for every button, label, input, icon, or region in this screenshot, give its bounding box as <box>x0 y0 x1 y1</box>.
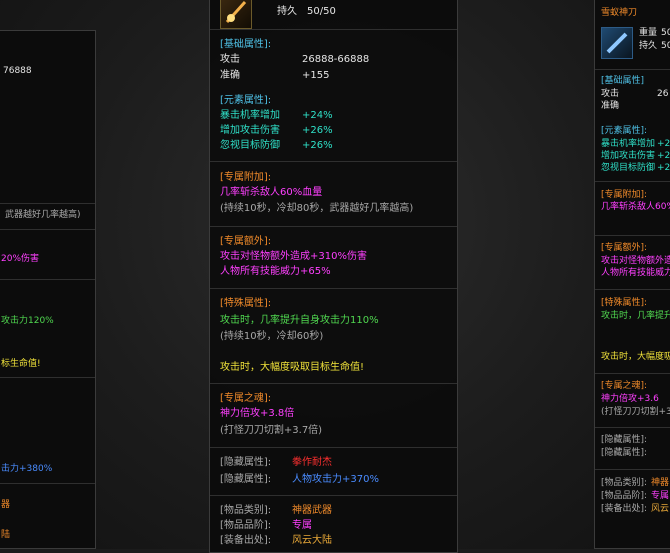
tooltip-main: 持久 50/50 [基础属性]: 攻击 26888-66888 准确 +155 … <box>209 0 458 553</box>
right-soul-header: [专属之魂]: <box>601 381 648 391</box>
right-weight-value: 50 <box>661 28 670 38</box>
right-quality-value: 专属 <box>651 491 670 501</box>
right-soul-line2: (打怪刀刀切割+3.5 <box>601 407 670 417</box>
ignore-value: +26% <box>302 140 333 151</box>
origin-value: 风云大陆 <box>292 535 332 546</box>
right-category-label: [物品类别]: <box>601 478 648 488</box>
atkdmg-label: 增加攻击伤害 <box>220 125 280 136</box>
left-bonus-note: 武器越好几率越高) <box>5 210 81 220</box>
category-value: 神器武器 <box>292 505 332 516</box>
atkdmg-value: +26% <box>302 125 333 136</box>
extra-line2: 人物所有技能威力+65% <box>220 266 331 277</box>
special-header: [特殊属性]: <box>220 298 272 309</box>
right-category-value: 神器 <box>651 478 670 488</box>
tooltip-right: 雪蚁神刀 重量 50 持久 50 [基础属性] 攻击 26 准确 [元素属性]:… <box>594 0 670 549</box>
blade-icon <box>606 32 628 54</box>
category-label: [物品类别]: <box>220 505 272 516</box>
bonus-line2: (持续10秒，冷却80秒，武器越好几率越高) <box>220 203 414 214</box>
accuracy-value: +155 <box>302 70 330 81</box>
special-line1: 攻击时，几率提升自身攻击力110% <box>220 315 379 326</box>
hidden2-label: [隐藏属性]: <box>220 474 272 485</box>
durability-value: 50/50 <box>307 6 336 17</box>
right-bonus-line: 几率斩杀敌人60%血 <box>601 202 670 212</box>
right-accuracy-label: 准确 <box>601 101 620 111</box>
right-origin-label: [装备出处]: <box>601 504 648 514</box>
right-soul-line1: 神力倍攻+3.6 <box>601 394 659 404</box>
left-attack-value: 76888 <box>3 66 32 76</box>
element-header: [元素属性]: <box>220 95 272 106</box>
right-origin-value: 风云 <box>651 504 670 514</box>
right-durability-value: 50 <box>661 41 670 51</box>
right-extra-line2: 人物所有技能威力 <box>601 268 670 278</box>
right-special-header: [特殊属性]: <box>601 298 648 308</box>
attack-value: 26888-66888 <box>302 54 370 65</box>
right-item-icon <box>601 27 633 59</box>
hidden2-value: 人物攻击力+370% <box>292 474 379 485</box>
left-hidden-line: 击力+380% <box>1 464 53 474</box>
right-special-line1: 攻击时，几率提升自 <box>601 311 670 321</box>
right-special-line3: 攻击时，大幅度吸取 <box>601 352 670 362</box>
bonus-line1: 几率斩杀敌人60%血量 <box>220 187 323 198</box>
hidden1-label: [隐藏属性]: <box>220 457 272 468</box>
crit-value: +24% <box>302 110 333 121</box>
right-attack-value: 26 <box>657 89 669 99</box>
item-icon <box>220 0 252 29</box>
special-line2: (持续10秒，冷却60秒) <box>220 331 324 342</box>
right-ignore-label: 忽视目标防御 <box>601 163 656 173</box>
base-header: [基础属性]: <box>220 39 272 50</box>
right-extra-header: [专属额外]: <box>601 243 648 253</box>
right-ignore-value: +24 <box>657 163 670 173</box>
left-extra-line: 20%伤害 <box>1 254 40 264</box>
soul-header: [专属之魂]: <box>220 393 272 404</box>
extra-header: [专属额外]: <box>220 236 272 247</box>
accuracy-label: 准确 <box>220 70 240 81</box>
soul-line1: 神力倍攻+3.8倍 <box>220 408 295 419</box>
durability-label: 持久 <box>277 6 297 17</box>
ignore-label: 忽视目标防御 <box>220 140 280 151</box>
right-hidden2: [隐藏属性]: <box>601 448 648 458</box>
left-special-line: 攻击力120% <box>1 316 54 326</box>
bonus-header: [专属附加]: <box>220 172 272 183</box>
hidden1-value: 拳作耐杰 <box>292 457 332 468</box>
extra-line1: 攻击对怪物额外造成+310%伤害 <box>220 251 367 262</box>
right-hidden1: [隐藏属性]: <box>601 435 648 445</box>
left-special-drain: 标生命值! <box>1 359 41 369</box>
origin-label: [装备出处]: <box>220 535 272 546</box>
right-durability-label: 持久 <box>639 41 658 51</box>
right-weight-label: 重量 <box>639 28 658 38</box>
soul-line2: (打怪刀刀切割+3.7倍) <box>220 425 323 436</box>
crit-label: 暴击机率增加 <box>220 110 280 121</box>
right-quality-label: [物品品阶]: <box>601 491 648 501</box>
special-line3: 攻击时，大幅度吸取目标生命值! <box>220 362 365 373</box>
right-item-title: 雪蚁神刀 <box>601 8 638 18</box>
quality-value: 专属 <box>292 520 312 531</box>
right-element-header: [元素属性]: <box>601 126 648 136</box>
attack-label: 攻击 <box>220 54 240 65</box>
left-category-fragment: 器 <box>1 500 11 510</box>
quality-label: [物品品阶]: <box>220 520 272 531</box>
flame-sword-icon <box>225 0 247 24</box>
right-base-header: [基础属性] <box>601 76 645 86</box>
tooltip-left: 76888 武器越好几率越高) 20%伤害 攻击力120% 标生命值! 击力+3… <box>0 30 96 549</box>
left-origin-fragment: 陆 <box>1 530 11 540</box>
